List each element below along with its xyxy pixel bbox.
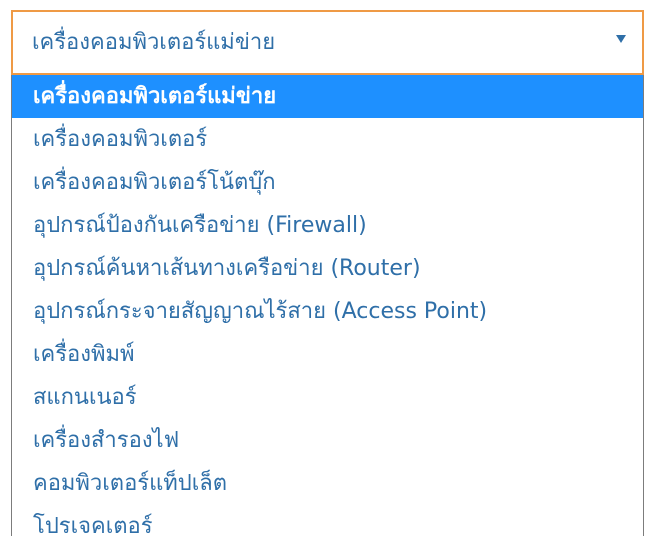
dropdown-list: เครื่องคอมพิวเตอร์แม่ข่าย เครื่องคอมพิวเ… <box>11 75 644 536</box>
option-computer[interactable]: เครื่องคอมพิวเตอร์ <box>12 118 643 161</box>
option-scanner[interactable]: สแกนเนอร์ <box>12 376 643 419</box>
device-type-select[interactable]: เครื่องคอมพิวเตอร์แม่ข่าย <box>11 10 644 75</box>
option-ups[interactable]: เครื่องสำรองไฟ <box>12 419 643 462</box>
triangle-down-icon[interactable] <box>616 35 626 43</box>
option-tablet[interactable]: คอมพิวเตอร์แท็ปเล็ต <box>12 462 643 505</box>
option-notebook[interactable]: เครื่องคอมพิวเตอร์โน้ตบุ๊ก <box>12 161 643 204</box>
selected-value: เครื่องคอมพิวเตอร์แม่ข่าย <box>32 30 276 55</box>
dropdown-widget: เครื่องคอมพิวเตอร์แม่ข่าย เครื่องคอมพิวเ… <box>0 0 655 536</box>
option-projector[interactable]: โปรเจคเตอร์ <box>12 505 643 536</box>
option-firewall[interactable]: อุปกรณ์ป้องกันเครือข่าย (Firewall) <box>12 204 643 247</box>
option-server[interactable]: เครื่องคอมพิวเตอร์แม่ข่าย <box>12 75 643 118</box>
option-router[interactable]: อุปกรณ์ค้นหาเส้นทางเครือข่าย (Router) <box>12 247 643 290</box>
option-printer[interactable]: เครื่องพิมพ์ <box>12 333 643 376</box>
option-access-point[interactable]: อุปกรณ์กระจายสัญญาณไร้สาย (Access Point) <box>12 290 643 333</box>
